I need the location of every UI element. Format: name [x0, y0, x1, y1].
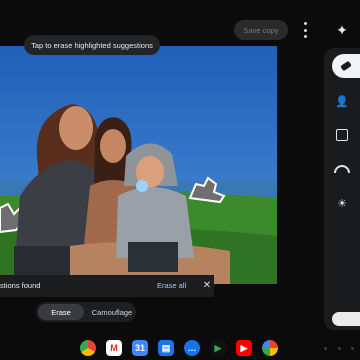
brightness-icon: ☀ — [337, 197, 347, 210]
close-icon[interactable]: ✕ — [199, 278, 215, 294]
image-tool[interactable] — [331, 124, 353, 146]
rainbow-icon — [334, 165, 350, 173]
suggestions-found-text: stions found — [0, 281, 41, 290]
more-vert-icon[interactable] — [299, 22, 311, 38]
calendar-icon[interactable]: 31 — [132, 340, 148, 356]
eraser-tool[interactable] — [332, 54, 360, 78]
files-icon[interactable]: ▤ — [158, 340, 174, 356]
rainbow-tool[interactable] — [331, 158, 353, 180]
mode-erase[interactable]: Erase — [38, 304, 84, 320]
hint-text: Tap to erase highlighted suggestions — [31, 40, 153, 50]
portrait-tool[interactable]: 👤 — [331, 90, 353, 112]
eraser-icon — [340, 60, 352, 72]
app-dock: M 31 ▤ … ▶ ▶ — [0, 336, 360, 360]
mode-erase-label: Erase — [51, 307, 71, 317]
photos-icon[interactable] — [262, 340, 278, 356]
save-copy-label: Save copy — [243, 25, 279, 35]
image-icon — [336, 129, 348, 141]
save-copy-button[interactable]: Save copy — [234, 20, 288, 40]
mode-camouflage-label: Camouflage — [91, 307, 133, 317]
chrome-icon[interactable] — [80, 340, 96, 356]
dock-overflow — [324, 347, 354, 350]
hint-toast: Tap to erase highlighted suggestions — [24, 35, 160, 55]
done-button[interactable] — [332, 312, 360, 326]
photo-illustration — [0, 46, 277, 284]
sparkle-icon[interactable]: ✦ — [333, 21, 351, 39]
person-portrait-icon: 👤 — [335, 95, 349, 108]
youtube-icon[interactable]: ▶ — [236, 340, 252, 356]
edited-photo[interactable] — [0, 46, 277, 284]
erase-all-button[interactable]: Erase all — [157, 275, 186, 297]
mode-camouflage[interactable]: Camouflage — [90, 304, 134, 320]
gmail-icon[interactable]: M — [106, 340, 122, 356]
messages-icon[interactable]: … — [184, 340, 200, 356]
brightness-tool[interactable]: ☀ — [331, 192, 353, 214]
play-store-icon[interactable]: ▶ — [210, 340, 226, 356]
suggestions-bar: stions found Erase all ✕ — [0, 275, 214, 297]
mode-switch: Erase Camouflage — [36, 302, 136, 322]
tool-panel: 👤 ☀ — [324, 48, 360, 330]
